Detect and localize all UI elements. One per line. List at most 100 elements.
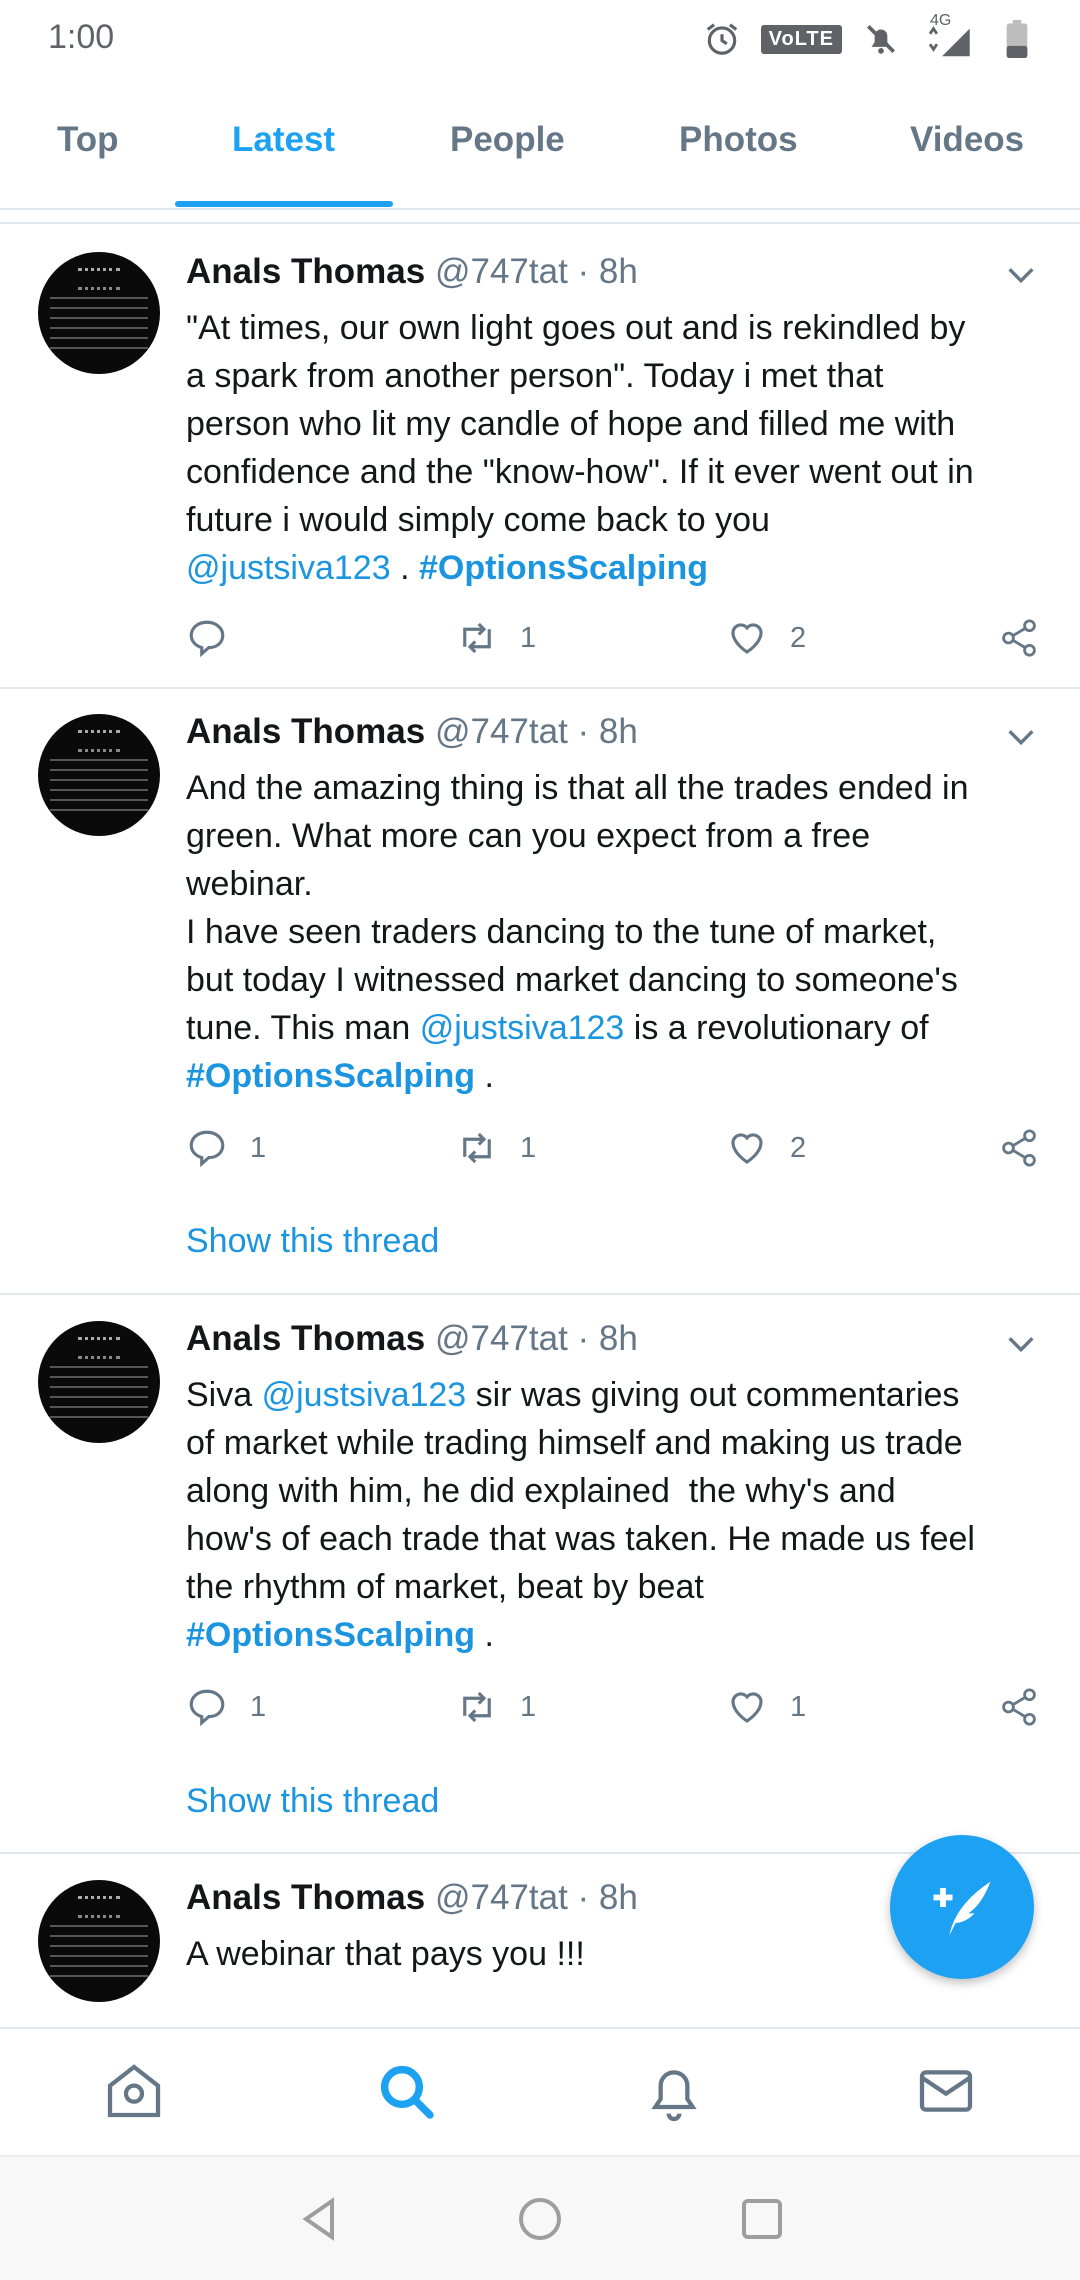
avatar[interactable] (38, 1880, 160, 2002)
share-icon (1002, 1129, 1036, 1167)
retweet-button[interactable]: 1 (456, 1686, 536, 1728)
home-icon[interactable] (102, 2059, 166, 2123)
avatar[interactable] (38, 1321, 160, 1443)
text-line: person who lit my candle of hope and fil… (186, 405, 956, 443)
bell-icon[interactable] (642, 2059, 706, 2123)
author-handle[interactable]: @747tat (435, 712, 568, 751)
hashtag-link[interactable]: #OptionsScalping (186, 1057, 475, 1095)
reply-count: 1 (250, 1131, 267, 1164)
retweet-count: 1 (520, 621, 537, 654)
share-icon (1002, 1688, 1036, 1726)
share-button[interactable] (998, 1686, 1040, 1728)
tab-photos[interactable]: Photos (679, 120, 798, 160)
text-line: Siva @justsiva123 sir was giving out com… (186, 1371, 1046, 1419)
like-count: 1 (790, 1690, 807, 1723)
mention-link[interactable]: @justsiva123 (262, 1376, 467, 1414)
avatar[interactable] (38, 714, 160, 836)
status-icons: VoLTE 4G (701, 12, 1038, 60)
text-line: tune. This man @justsiva123 is a revolut… (186, 1004, 1046, 1052)
author-name[interactable]: Anals Thomas (186, 1878, 425, 1917)
separator-text: . (390, 549, 419, 587)
tweet-time: · 8h (577, 712, 638, 751)
volte-badge: VoLTE (760, 24, 842, 54)
tweet-text: "At times, our own light goes out and is… (186, 304, 1046, 592)
tweet[interactable]: Anals Thomas @747tat · 8h "At times, our… (0, 224, 1080, 689)
chevron-down-icon[interactable] (1004, 720, 1038, 754)
show-thread-link[interactable]: Show this thread (186, 1782, 439, 1821)
retweet-count: 1 (520, 1131, 537, 1164)
author-name[interactable]: Anals Thomas (186, 1319, 425, 1358)
search-icon[interactable] (374, 2059, 438, 2123)
author-handle[interactable]: @747tat (435, 252, 568, 291)
text-fragment: tune. This man (186, 1009, 420, 1047)
like-button[interactable]: 1 (726, 1686, 806, 1728)
retweet-icon (463, 622, 491, 654)
author-handle[interactable]: @747tat (435, 1319, 568, 1358)
tab-videos[interactable]: Videos (910, 120, 1024, 160)
show-thread-link[interactable]: Show this thread (186, 1222, 439, 1261)
back-icon[interactable] (296, 2195, 344, 2243)
like-count: 2 (790, 621, 807, 654)
text-line: how's of each trade that was taken. He m… (186, 1520, 975, 1558)
reply-button[interactable]: 1 (186, 1686, 266, 1728)
tweet-actions: 1 1 1 (186, 1686, 1046, 1736)
tab-top[interactable]: Top (57, 120, 119, 160)
author-handle[interactable]: @747tat (435, 1878, 568, 1917)
tweet-feed[interactable]: Anals Thomas @747tat · 8h "At times, our… (0, 222, 1080, 2027)
reply-icon (189, 1130, 225, 1168)
text-line: of market while trading himself and maki… (186, 1424, 963, 1462)
tweet-header: Anals Thomas @747tat · 8h (186, 252, 638, 292)
chevron-down-icon[interactable] (1004, 258, 1038, 292)
compose-tweet-button[interactable] (890, 1835, 1034, 1979)
tweet-header: Anals Thomas @747tat · 8h (186, 712, 638, 752)
text-line: green. What more can you expect from a f… (186, 817, 871, 855)
reply-icon (189, 620, 225, 658)
text-line: #OptionsScalping . (186, 1052, 1046, 1100)
reply-button[interactable] (186, 617, 228, 659)
heart-icon (731, 1133, 763, 1164)
tweet-time: · 8h (577, 252, 638, 291)
text-fragment: . (475, 1616, 494, 1654)
recents-icon[interactable] (738, 2195, 786, 2243)
chevron-down-icon[interactable] (1004, 1327, 1038, 1361)
signal-icon: 4G (920, 12, 978, 60)
share-icon (1002, 619, 1036, 657)
tab-people[interactable]: People (450, 120, 565, 160)
retweet-button[interactable]: 1 (456, 617, 536, 659)
network-type: 4G (930, 12, 952, 29)
author-name[interactable]: Anals Thomas (186, 252, 425, 291)
tweet[interactable]: Anals Thomas @747tat · 8h Siva @justsiva… (0, 1296, 1080, 1854)
share-button[interactable] (998, 617, 1040, 659)
text-line: And the amazing thing is that all the tr… (186, 769, 969, 807)
reply-count: 1 (250, 1690, 267, 1723)
tweet-actions: 1 2 (186, 617, 1046, 667)
home-circle-icon[interactable] (516, 2195, 564, 2243)
tweet-text: And the amazing thing is that all the tr… (186, 764, 1046, 1100)
system-navigation-bar (0, 2155, 1080, 2280)
text-line: the rhythm of market, beat by beat (186, 1568, 704, 1606)
hashtag-link[interactable]: #OptionsScalping (419, 549, 708, 587)
hashtag-link[interactable]: #OptionsScalping (186, 1616, 475, 1654)
retweet-button[interactable]: 1 (456, 1127, 536, 1169)
bottom-navigation (0, 2027, 1080, 2155)
tweet-header: Anals Thomas @747tat · 8h (186, 1319, 638, 1359)
tweet-text: Siva @justsiva123 sir was giving out com… (186, 1371, 1046, 1659)
status-time: 1:00 (48, 18, 115, 56)
tweet[interactable]: Anals Thomas @747tat · 8h And the amazin… (0, 690, 1080, 1295)
retweet-count: 1 (520, 1690, 537, 1723)
reply-button[interactable]: 1 (186, 1127, 266, 1169)
status-bar: 1:00 VoLTE 4G (0, 0, 1080, 80)
tweet-actions: 1 1 2 (186, 1127, 1046, 1177)
reply-icon (189, 1689, 225, 1727)
heart-icon (731, 1692, 763, 1723)
like-button[interactable]: 2 (726, 1127, 806, 1169)
share-button[interactable] (998, 1127, 1040, 1169)
like-button[interactable]: 2 (726, 617, 806, 659)
author-name[interactable]: Anals Thomas (186, 712, 425, 751)
alarm-icon (701, 18, 743, 60)
mention-link[interactable]: @justsiva123 (186, 549, 391, 587)
mention-link[interactable]: @justsiva123 (420, 1009, 625, 1047)
mail-icon[interactable] (914, 2059, 978, 2123)
tab-latest[interactable]: Latest (232, 120, 335, 160)
avatar[interactable] (38, 252, 160, 374)
